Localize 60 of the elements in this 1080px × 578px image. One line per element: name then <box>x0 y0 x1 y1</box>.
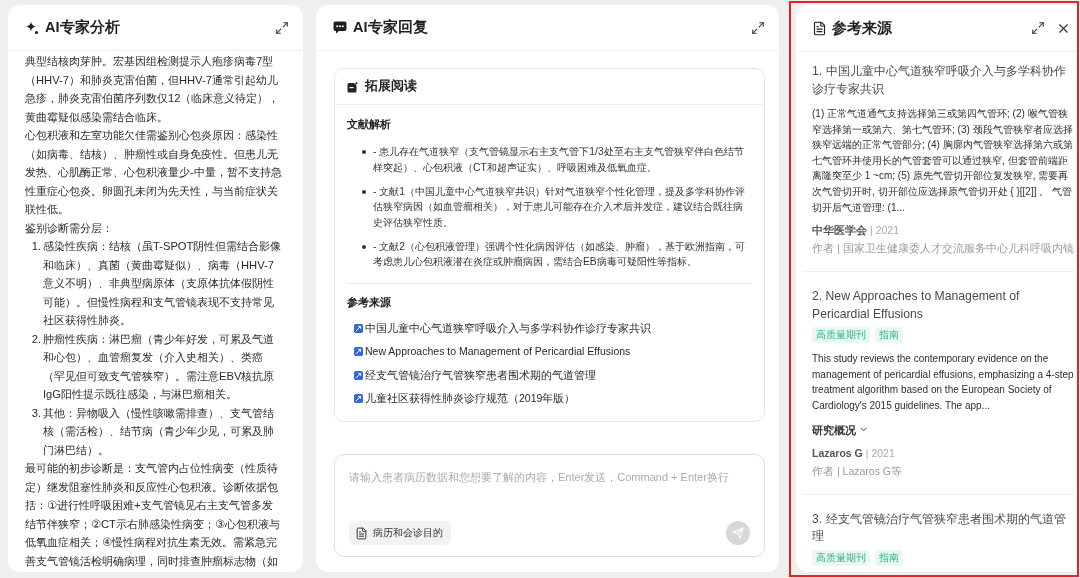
list-item-text: 肿瘤性疾病：淋巴瘤（青少年好发，可累及气道和心包）、血管瘤复发（介入史相关）、类癌（罕见但可致支气管狭窄）。需注意EBV核抗原IgG阳性提示既往感染，与淋巴瘤相关。 <box>43 331 276 402</box>
source-summary: This study reviews the contemporary evidence on the management of pericardial effusions, emphasizing a 4-step treatment algorithm based on the European Society of Cardiology's 2015 guidelines. The app... <box>812 352 1074 413</box>
source-title[interactable]: 3. 经支气管镜治疗气管狭窄患者围术期的气道管理 <box>812 510 1074 546</box>
reference-link[interactable]: 中国儿童中心气道狭窄呼吸介入与多学科协作诊疗专家共识 <box>354 320 651 336</box>
analysis-paragraph: 心包积液和左室功能欠佳需鉴别心包炎原因：感染性（如病毒、结核）、肿瘤性或自身免疫性。但患儿无发热、心肌酶正常、心包积液量少-中量，暂不支持急性重症心包炎。卵圆孔未闭为先天性，与当前症状关联性低。 <box>25 128 282 217</box>
panel-title: AI专家回复 <box>353 18 429 37</box>
link-icon <box>354 394 363 404</box>
list-item-text: 其他：异物吸入（慢性咳嗽需排查）、支气管结核（需活检）、结节病（青少年少见，可累及肺门淋巴结）。 <box>43 405 275 458</box>
bullet-icon <box>362 244 366 249</box>
analysis-paragraph: 典型结核肉芽肿。宏基因组检测提示人疱疹病毒7型（HHV-7）和肺炎克雷伯菌，但HHV-7通常引起幼儿急疹，肺炎克雷伯菌序列数仅12（临床意义待定），黄曲霉疑似感染需结合临床。 <box>25 54 281 125</box>
section-heading: 参考来源 <box>347 294 392 310</box>
list-number: 2. <box>30 331 41 347</box>
bullet-text: - 患儿存在气道狭窄（支气管镜显示右主支气管下1/3处至右主支气管狭窄伴白色结节样突起）、心包积液（CT和超声证实）、呼吸困难及低氧血症。 <box>373 145 745 175</box>
note-sparkle-icon <box>347 80 359 93</box>
source-year: | 2021 <box>870 223 899 239</box>
expand-icon <box>751 20 765 35</box>
link-icon <box>354 370 363 380</box>
expand-button[interactable] <box>751 20 765 35</box>
bullet-icon <box>362 189 366 194</box>
bullet-text: - 文献2（心包积液管理）强调个性化病因评估（如感染、肿瘤），基于欧洲指南，可考虑患儿心包积液潜在炎症或肿瘤病因，需结合EB病毒可疑阳性等指标。 <box>373 239 747 269</box>
document-icon <box>355 526 368 540</box>
send-icon <box>732 527 744 539</box>
reference-link[interactable]: 儿童社区获得性肺炎诊疗规范（2019年版） <box>354 391 576 407</box>
list-item-text: 感染性疾病：结核（虽T-SPOT阴性但需结合影像和临床）、真菌（黄曲霉疑似）、病毒（HHV-7意义不明）、非典型病原体（支原体抗体假阴性可能）。但慢性病程和支气管镜表现不支持常见社区获得性肺炎。 <box>43 239 282 328</box>
source-title[interactable]: 1. 中国儿童中心气道狭窄呼吸介入与多学科协作诊疗专家共识 <box>812 63 1074 98</box>
source-tag: 高质量期刊 <box>812 549 870 566</box>
bullet-text: - 文献1（中国儿童中心气道狭窄共识）针对气道狭窄个性化管理，提及多学科协作评估狭窄病因（如血管瘤相关），对于患儿可能存在介入术后并发症，建议结合既往病史评估狭窄性质。 <box>373 184 747 230</box>
expand-icon <box>1031 21 1045 35</box>
panel-title: 参考来源 <box>832 18 893 38</box>
chat-bubble-icon <box>333 21 347 34</box>
expand-button[interactable] <box>1031 21 1045 35</box>
list-number: 3. <box>30 405 41 421</box>
expand-icon <box>275 20 289 35</box>
reference-link[interactable]: New Approaches to Management of Pericardial Effusions <box>354 344 631 360</box>
source-publisher: 中华医学会 <box>812 223 867 239</box>
analysis-paragraph: 鉴别诊断需分层： <box>25 220 114 236</box>
case-record-button[interactable]: 病历和会诊目的 <box>349 521 451 545</box>
source-publisher: Lazaros G <box>812 445 863 461</box>
source-authors: 作者 | 国家卫生健康委人才交流服务中心儿科呼吸内镜 <box>812 241 1074 257</box>
source-year: | 2021 <box>865 445 895 461</box>
source-tag: 指南 <box>875 327 903 344</box>
message-input[interactable]: 请输入患者病历数据和您想要了解的内容，Enter发送，Command + Enter换行 <box>349 467 750 487</box>
bullet-icon <box>362 150 366 154</box>
link-icon <box>354 323 363 333</box>
panel-title: AI专家分析 <box>45 18 121 37</box>
expand-button[interactable] <box>275 20 289 35</box>
reference-link[interactable]: 经支气管镜治疗气管狭窄患者围术期的气道管理 <box>354 367 596 383</box>
document-icon <box>812 20 827 36</box>
source-summary: (1) 正常气道通气支持选择第三或第四气管环; (2) 喉气管狭窄选择第一或第六、第七气管环; (3) 颈段气管狭窄者应选择狭窄远端的正常气管部分; (4) 胸廓内气管狭窄选择第六或第七气管环并使用长的气管套管可以通过狭窄, 但套管前端距离隆突至少 1 ~cm; (5) 原先气管切开部位复发狭窄, 需要再次气管切开时, 切开部位应选择原气管切开处 { }[[2]] 。 气管切开后气道管理: (1... <box>812 107 1074 215</box>
source-authors: 作者 | Lazaros G等 <box>812 463 903 479</box>
section-heading: 文献解析 <box>347 117 392 132</box>
card-title: 拓展阅读 <box>365 78 417 95</box>
source-tag: 高质量期刊 <box>812 327 870 344</box>
analysis-paragraph: 最可能的初步诊断是：支气管内占位性病变（性质待定）继发阻塞性肺炎和反应性心包积液。诊断依据包括：①进行性呼吸困难+支气管镜见右主支气管多发结节伴狭窄；②CT示右肺感染性病变；③心包积液与低氧血症相关；④慢性病程对抗生素无效。需紧急完善支气管镜活检明确病理，同时排查肿瘤标志物（如 <box>25 461 281 569</box>
details-toggle[interactable]: 研究概况 <box>812 421 869 438</box>
source-tag: 指南 <box>875 549 903 566</box>
list-number: 1. <box>30 239 41 254</box>
source-title[interactable]: 2. New Approaches to Management of Pericardial Effusions <box>812 288 1074 324</box>
sparkle-icon <box>25 20 39 35</box>
link-icon <box>354 347 363 357</box>
